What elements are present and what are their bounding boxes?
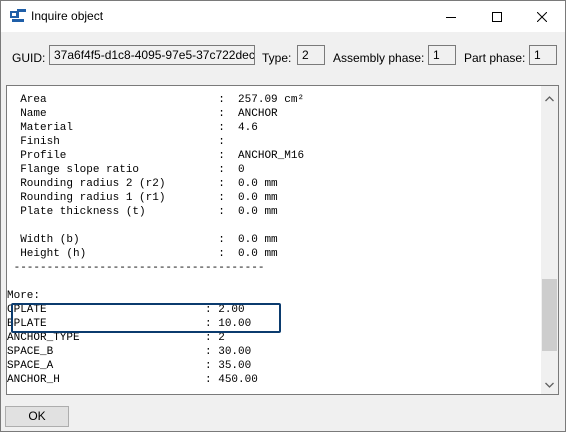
- assembly-phase-label: Assembly phase:: [333, 51, 425, 65]
- maximize-button[interactable]: [474, 1, 520, 32]
- report-line-anchor-type: ANCHOR_TYPE : 2: [7, 332, 225, 344]
- highlight-box: [11, 303, 281, 333]
- window-title: Inquire object: [31, 9, 104, 23]
- inquire-object-dialog: Inquire object GUID: 37a6f4f5-d1c8-4095-…: [0, 0, 566, 432]
- report-line-plate-thickness: Plate thickness (t) : 0.0 mm: [7, 206, 278, 218]
- scroll-thumb[interactable]: [542, 279, 557, 351]
- report-line-blank: [7, 275, 541, 289]
- report-line-more: More:: [7, 290, 41, 302]
- report-line-name: Name : ANCHOR: [7, 108, 278, 120]
- close-button[interactable]: [519, 1, 565, 32]
- report-separator: --------------------------------------: [7, 262, 265, 274]
- report-line-height: Height (h) : 0.0 mm: [7, 248, 278, 260]
- close-icon: [537, 11, 547, 22]
- report-line-material: Material : 4.6: [7, 122, 258, 134]
- scroll-up-button[interactable]: [541, 90, 558, 107]
- minimize-icon: [446, 16, 456, 18]
- report-line-blank: [7, 219, 541, 233]
- part-phase-field[interactable]: 1: [529, 45, 557, 65]
- report-line-space-b: SPACE_B : 30.00: [7, 346, 252, 358]
- minimize-button[interactable]: [428, 1, 474, 32]
- report-line-space-a: SPACE_A : 35.00: [7, 360, 252, 372]
- guid-label: GUID:: [12, 51, 46, 65]
- report-line-flange-slope: Flange slope ratio : 0: [7, 164, 245, 176]
- assembly-phase-field[interactable]: 1: [428, 45, 456, 65]
- report-line-r1: Rounding radius 1 (r1) : 0.0 mm: [7, 192, 278, 204]
- scroll-down-button[interactable]: [541, 376, 558, 393]
- title-bar[interactable]: Inquire object: [1, 1, 565, 32]
- report-lines: Area : 257.09 cm² Name : ANCHOR Material…: [7, 86, 541, 394]
- maximize-icon: [492, 11, 502, 22]
- type-label: Type:: [262, 51, 292, 65]
- chevron-up-icon: [545, 95, 554, 101]
- guid-field[interactable]: 37a6f4f5-d1c8-4095-97e5-37c722decb: [49, 45, 255, 65]
- report-text-area[interactable]: Area : 257.09 cm² Name : ANCHOR Material…: [6, 85, 559, 395]
- object-info-bar: GUID: 37a6f4f5-d1c8-4095-97e5-37c722decb…: [1, 32, 565, 82]
- report-line-finish: Finish :: [7, 136, 225, 148]
- type-field[interactable]: 2: [297, 45, 325, 65]
- app-icon: [10, 9, 26, 22]
- report-line-profile: Profile : ANCHOR_M16: [7, 150, 305, 162]
- report-line-area: Area : 257.09 cm²: [7, 94, 305, 106]
- vertical-scrollbar[interactable]: [541, 86, 558, 394]
- ok-button[interactable]: OK: [5, 406, 69, 427]
- report-line-width: Width (b) : 0.0 mm: [7, 234, 278, 246]
- report-line-r2: Rounding radius 2 (r2) : 0.0 mm: [7, 178, 278, 190]
- part-phase-label: Part phase:: [464, 51, 526, 65]
- report-line-anchor-h: ANCHOR_H : 450.00: [7, 374, 258, 386]
- chevron-down-icon: [545, 382, 554, 388]
